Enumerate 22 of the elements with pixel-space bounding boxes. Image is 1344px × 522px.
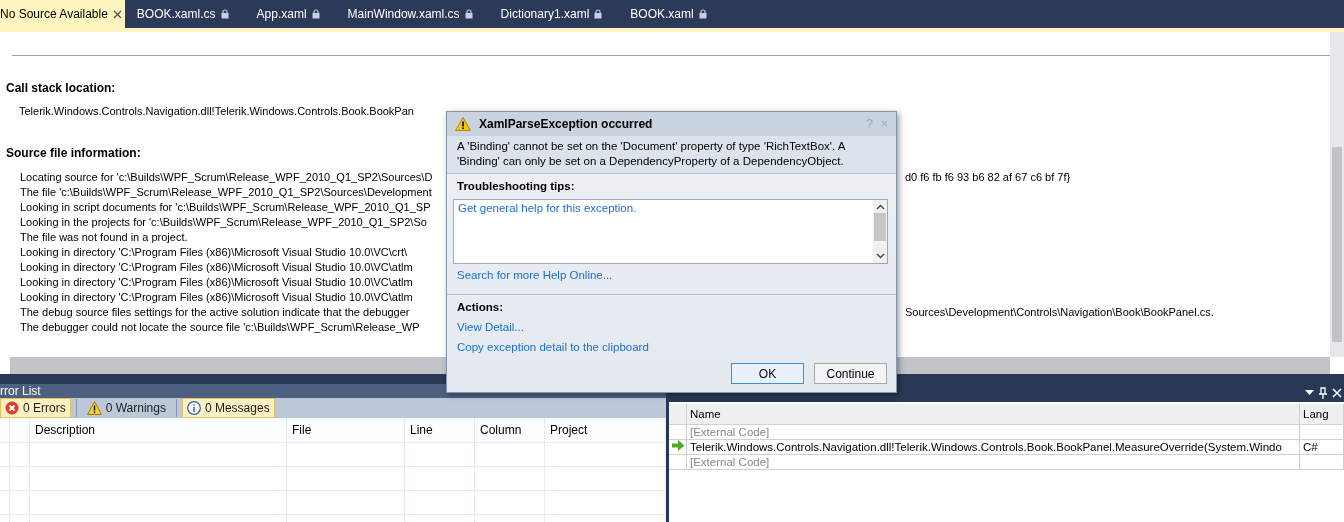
dialog-title: XamlParseException occurred (479, 117, 654, 131)
log-line: d0 f6 fb f6 93 b6 82 af 67 c6 bf 7f} (905, 170, 1072, 185)
section-heading: Call stack location: (6, 81, 116, 96)
language-cell: C# (1300, 440, 1344, 455)
section-heading: Troubleshooting tips: (457, 180, 576, 194)
log-line: Looking in directory 'C:\Program Files (x86)\Microsoft Visual Studio 10.0\VC\atlm (20, 275, 414, 290)
log-line: Sources\Development\Controls\Navigation\Book\BookPanel.cs. (905, 305, 1215, 320)
section-heading: Actions: (457, 301, 504, 315)
log-line: Looking in directory 'C:\Program Files (x86)\Microsoft Visual Studio 10.0\VC\atlm (20, 290, 414, 305)
exception-message: A 'Binding' cannot be set on the 'Document' property of type 'RichTextBox'. A 'Binding' can only be set on a DependencyProperty of a DependencyObject. (447, 136, 896, 174)
log-line: Locating source for 'c:\Builds\WPF_Scrum\Release_WPF_2010_Q1_SP2\Sources\D (20, 170, 434, 185)
log-line: Looking in script documents for 'c:\Builds\WPF_Scrum\Release_WPF_2010_Q1_SP (20, 200, 432, 215)
log-line: The debug source files settings for the active solution indicate that the debugger (20, 305, 411, 320)
section-heading: Source file information: (6, 146, 141, 161)
log-line: Looking in directory 'C:\Program Files (x86)\Microsoft Visual Studio 10.0\VC\atlm (20, 260, 414, 275)
call-stack-location: Telerik.Windows.Controls.Navigation.dll!Telerik.Windows.Controls.Book.BookPan (19, 105, 414, 117)
log-line: The debugger could not locate the source file 'c:\Builds\WPF_Scrum\Release_WP (20, 320, 421, 335)
log-line: Looking in the projects for 'c:\Builds\WPF_Scrum\Release_WPF_2010_Q1_SP2\So (20, 215, 428, 230)
panel-title: rror List (0, 384, 41, 398)
log-line: The file 'c:\Builds\WPF_Scrum\Release_WPF_2010_Q1_SP2\Sources\Development (20, 185, 433, 200)
log-line: The file was not found in a project. (20, 230, 189, 245)
log-line: Looking in directory 'C:\Program Files (x86)\Microsoft Visual Studio 10.0\VC\crt\ (20, 245, 409, 260)
